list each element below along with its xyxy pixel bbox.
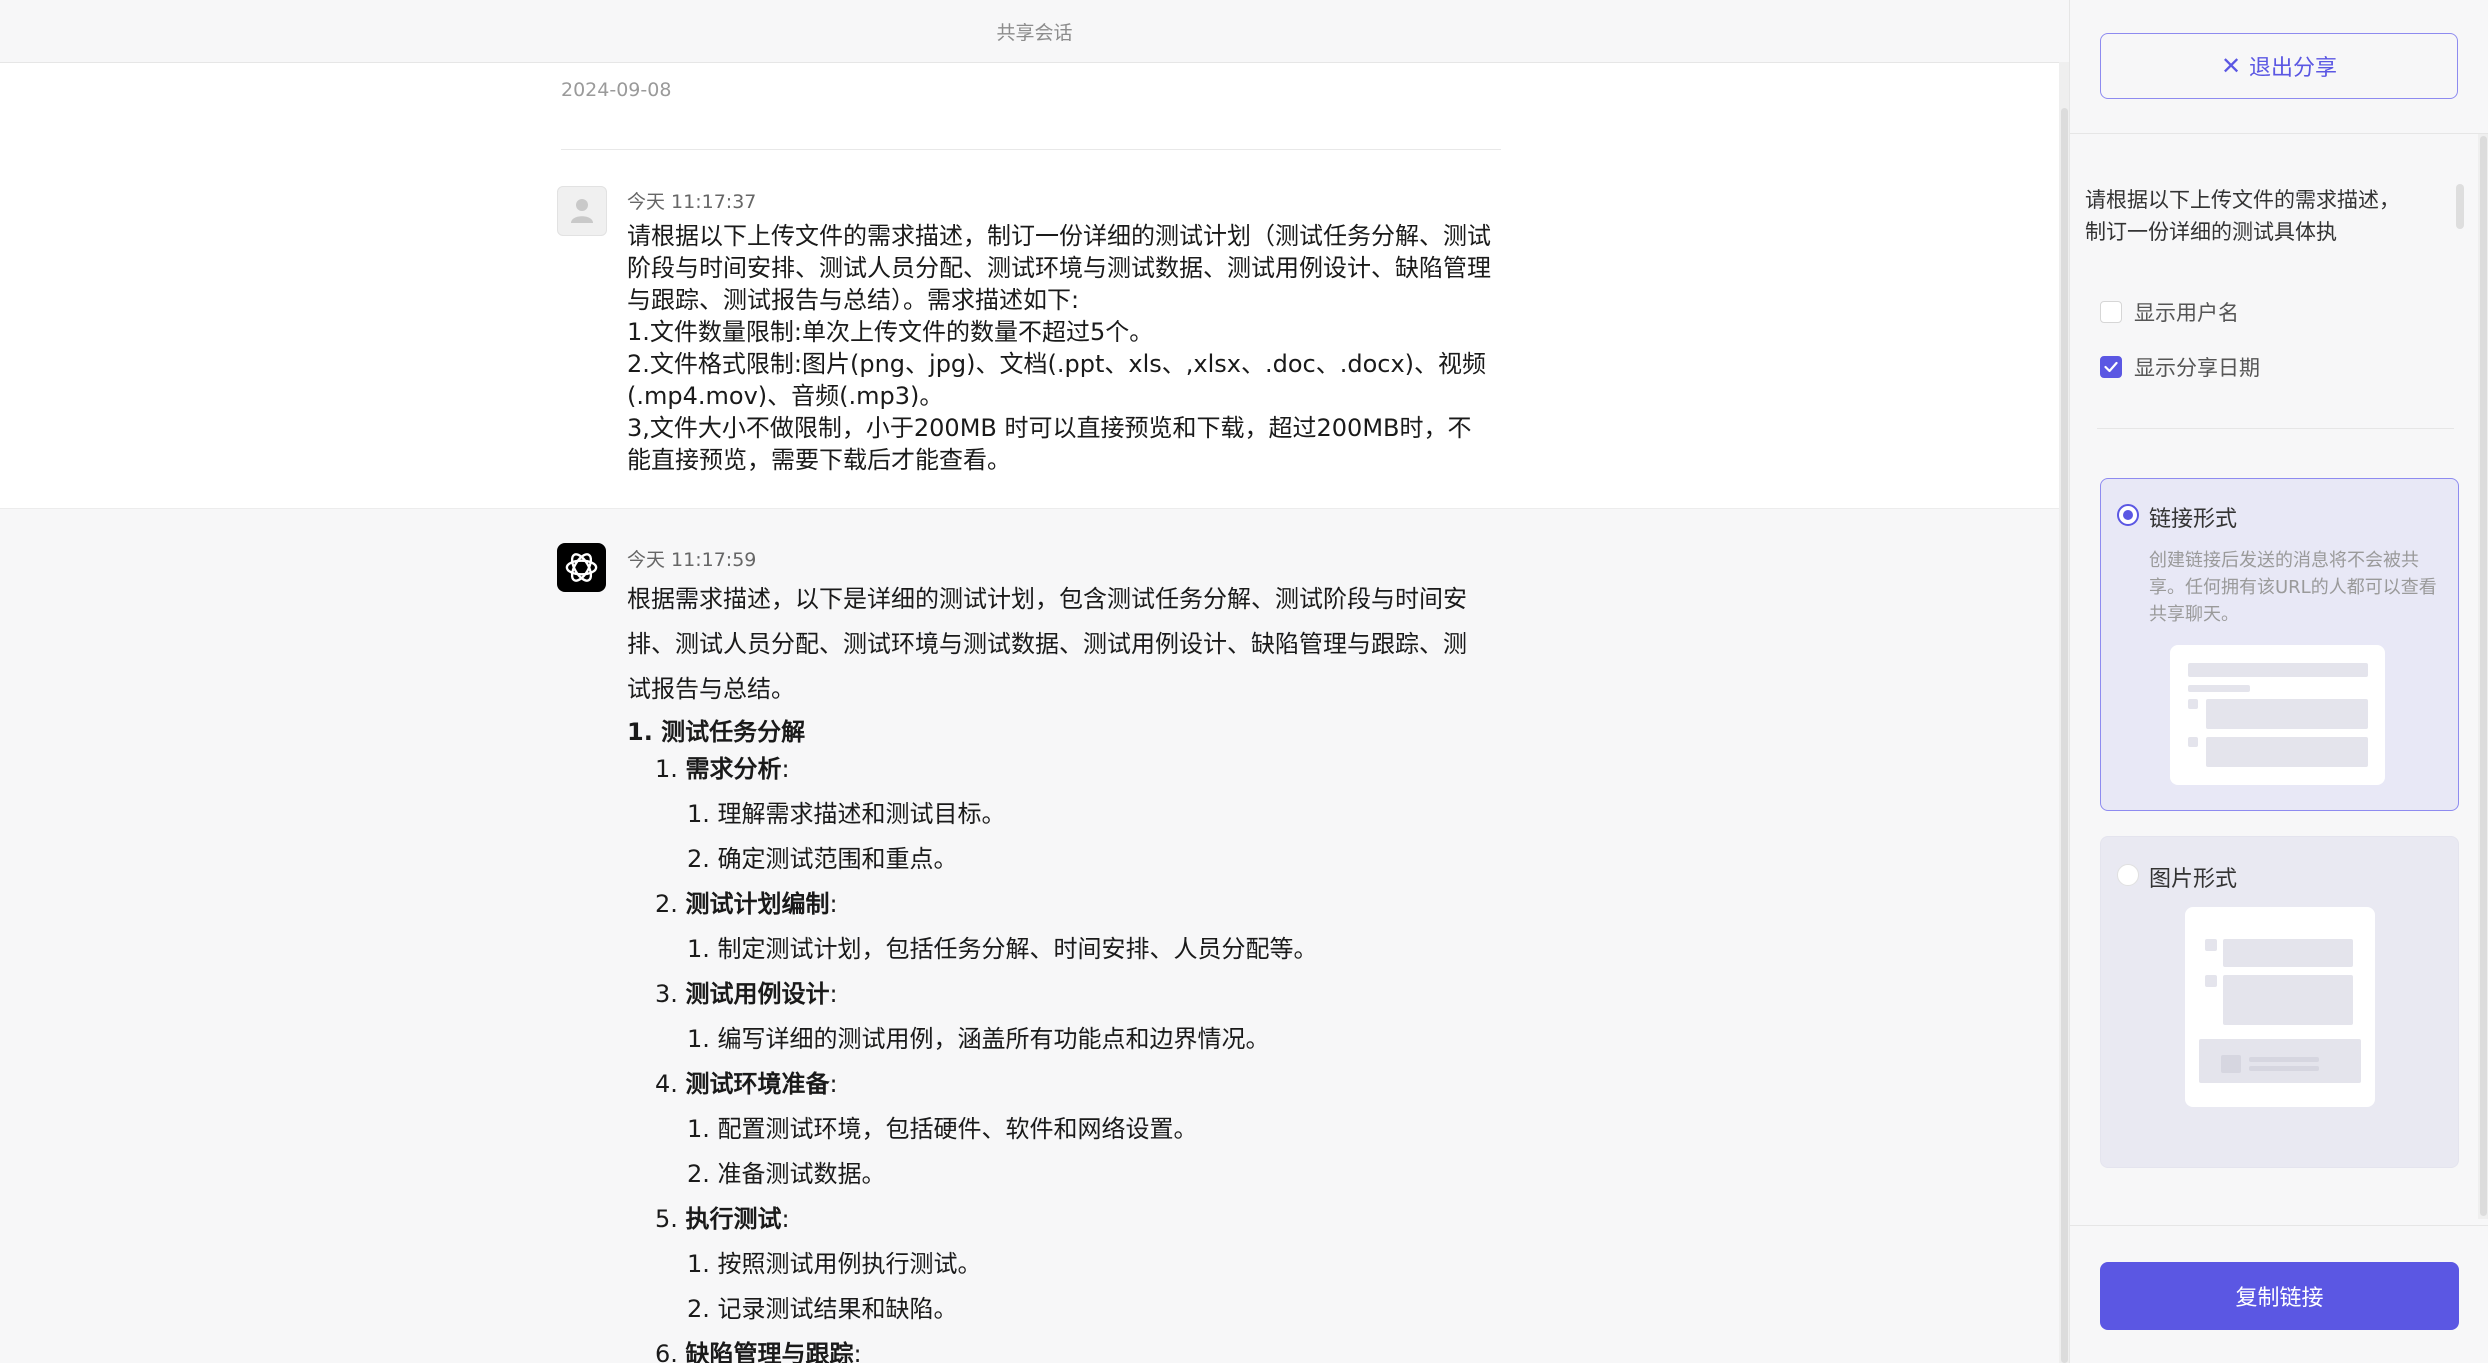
show-username-label: 显示用户名 bbox=[2134, 301, 2239, 325]
task-title: 需求分析 bbox=[685, 755, 782, 783]
task-list: 1. 需求分析: 1. 理解需求描述和测试目标。 2. 确定测试范围和重点。 2. 测… bbox=[627, 747, 1487, 1363]
show-username-checkbox[interactable]: 显示用户名 bbox=[2100, 297, 2239, 327]
show-share-date-label: 显示分享日期 bbox=[2134, 356, 2260, 380]
task-title: 缺陷管理与跟踪 bbox=[685, 1340, 854, 1363]
link-format-description: 创建链接后发送的消息将不会被共享。任何拥有该URL的人都可以查看共享聊天。 bbox=[2149, 550, 2437, 625]
task-number: 2. bbox=[655, 890, 678, 918]
shared-conversation-view: 共享会话 2024-09-08 今天 11:17:37 请根据以下上传文件的需求… bbox=[0, 0, 2069, 1363]
task-number: 6. bbox=[655, 1340, 678, 1363]
close-icon: ✕ bbox=[2220, 52, 2242, 80]
task-item: 5. 执行测试: bbox=[627, 1197, 1487, 1242]
task-title: 测试用例设计 bbox=[685, 980, 830, 1008]
subtask-number: 2. bbox=[687, 1160, 710, 1188]
task-colon: : bbox=[781, 755, 790, 783]
task-colon: : bbox=[829, 980, 838, 1008]
user-message-section: 2024-09-08 今天 11:17:37 请根据以下上传文件的需求描述，制订… bbox=[0, 63, 2059, 509]
task-item: 2. 测试计划编制: bbox=[627, 882, 1487, 927]
task-title: 测试环境准备 bbox=[685, 1070, 830, 1098]
subtask-text: 记录测试结果和缺陷。 bbox=[717, 1295, 958, 1323]
user-message-line: 1.文件数量限制:单次上传文件的数量不超过5个。 bbox=[627, 318, 1154, 346]
exit-share-label: 退出分享 bbox=[2249, 56, 2338, 81]
user-message-line: 2.文件格式限制:图片(png、jpg)、文档(.ppt、xls、,xlsx、.… bbox=[627, 350, 1487, 410]
subtask-item: 1. 编写详细的测试用例，涵盖所有功能点和边界情况。 bbox=[627, 1017, 1487, 1062]
divider bbox=[2070, 1225, 2488, 1226]
task-number: 1. bbox=[655, 755, 678, 783]
checkbox-checked-icon[interactable] bbox=[2100, 356, 2122, 378]
user-message-line: 请根据以下上传文件的需求描述，制订一份详细的测试计划（测试任务分解、测试阶段与时… bbox=[627, 222, 1491, 314]
link-format-option[interactable]: 链接形式 创建链接后发送的消息将不会被共享。任何拥有该URL的人都可以查看共享聊… bbox=[2100, 478, 2459, 811]
share-preview-text: 请根据以下上传文件的需求描述，制订一份详细的测试具体执 bbox=[2085, 188, 2400, 244]
preview-scrollbar-thumb[interactable] bbox=[2456, 184, 2464, 229]
task-colon: : bbox=[829, 890, 838, 918]
subtask-number: 1. bbox=[687, 1025, 710, 1053]
subtask-item: 2. 准备测试数据。 bbox=[627, 1152, 1487, 1197]
subtask-number: 1. bbox=[687, 1115, 710, 1143]
task-title: 执行测试 bbox=[685, 1205, 782, 1233]
subtask-text: 确定测试范围和重点。 bbox=[717, 845, 958, 873]
section-heading: 1. 测试任务分解 bbox=[627, 718, 806, 746]
task-item: 4. 测试环境准备: bbox=[627, 1062, 1487, 1107]
divider bbox=[2070, 133, 2488, 134]
ai-message-time: 今天 11:17:59 bbox=[627, 549, 757, 571]
task-item: 6. 缺陷管理与跟踪: bbox=[627, 1332, 1487, 1363]
subtask-number: 2. bbox=[687, 1295, 710, 1323]
subtask-number: 1. bbox=[687, 1250, 710, 1278]
task-colon: : bbox=[829, 1070, 838, 1098]
subtask-text: 准备测试数据。 bbox=[717, 1160, 886, 1188]
divider bbox=[561, 149, 1501, 150]
checkbox-unchecked-icon[interactable] bbox=[2100, 301, 2122, 323]
subtask-item: 1. 配置测试环境，包括硬件、软件和网络设置。 bbox=[627, 1107, 1487, 1152]
image-format-label: 图片形式 bbox=[2149, 867, 2238, 892]
subtask-text: 编写详细的测试用例，涵盖所有功能点和边界情况。 bbox=[717, 1025, 1270, 1053]
subtask-text: 理解需求描述和测试目标。 bbox=[717, 800, 1006, 828]
user-message-time: 今天 11:17:37 bbox=[627, 191, 757, 213]
subtask-item: 1. 理解需求描述和测试目标。 bbox=[627, 792, 1487, 837]
subtask-number: 2. bbox=[687, 845, 710, 873]
subtask-text: 配置测试环境，包括硬件、软件和网络设置。 bbox=[717, 1115, 1198, 1143]
subtask-item: 1. 按照测试用例执行测试。 bbox=[627, 1242, 1487, 1287]
radio-selected-icon[interactable] bbox=[2117, 504, 2139, 526]
show-share-date-checkbox[interactable]: 显示分享日期 bbox=[2100, 352, 2260, 382]
subtask-number: 1. bbox=[687, 800, 710, 828]
share-date: 2024-09-08 bbox=[561, 79, 672, 101]
subtask-number: 1. bbox=[687, 935, 710, 963]
radio-unselected-icon[interactable] bbox=[2117, 864, 2139, 886]
task-colon: : bbox=[781, 1205, 790, 1233]
user-message-line: 3,文件大小不做限制，小于200MB 时可以直接预览和下载，超过200MB时，不… bbox=[627, 414, 1472, 474]
user-avatar-icon bbox=[557, 186, 607, 236]
user-message-text: 请根据以下上传文件的需求描述，制订一份详细的测试计划（测试任务分解、测试阶段与时… bbox=[627, 220, 1492, 476]
share-settings-panel: ✕ 退出分享 请根据以下上传文件的需求描述，制订一份详细的测试具体执 显示用户名… bbox=[2069, 0, 2488, 1363]
copy-link-button[interactable]: 复制链接 bbox=[2100, 1262, 2459, 1330]
panel-scrollbar-thumb[interactable] bbox=[2480, 136, 2487, 1216]
divider bbox=[2097, 428, 2454, 429]
task-number: 4. bbox=[655, 1070, 678, 1098]
subtask-text: 按照测试用例执行测试。 bbox=[717, 1250, 982, 1278]
task-item: 3. 测试用例设计: bbox=[627, 972, 1487, 1017]
task-colon: : bbox=[853, 1340, 862, 1363]
image-format-option[interactable]: 图片形式 bbox=[2100, 836, 2459, 1168]
subtask-item: 1. 制定测试计划，包括任务分解、时间安排、人员分配等。 bbox=[627, 927, 1487, 972]
link-format-label: 链接形式 bbox=[2149, 507, 2238, 532]
subtask-text: 制定测试计划，包括任务分解、时间安排、人员分配等。 bbox=[717, 935, 1318, 963]
page-title: 共享会话 bbox=[996, 22, 1073, 44]
ai-message-text: 根据需求描述，以下是详细的测试计划，包含测试任务分解、测试阶段与时间安排、测试人… bbox=[627, 577, 1487, 1363]
link-preview-thumbnail-icon bbox=[2170, 645, 2385, 785]
task-item: 1. 需求分析: bbox=[627, 747, 1487, 792]
exit-share-button[interactable]: ✕ 退出分享 bbox=[2100, 33, 2458, 99]
task-title: 测试计划编制 bbox=[685, 890, 830, 918]
task-number: 3. bbox=[655, 980, 678, 1008]
openai-logo-icon bbox=[557, 543, 606, 592]
top-bar: 共享会话 bbox=[0, 0, 2069, 63]
task-number: 5. bbox=[655, 1205, 678, 1233]
main-scrollbar-thumb[interactable] bbox=[2061, 108, 2068, 1363]
ai-message-intro: 根据需求描述，以下是详细的测试计划，包含测试任务分解、测试阶段与时间安排、测试人… bbox=[627, 585, 1467, 703]
image-preview-thumbnail-icon bbox=[2185, 907, 2375, 1107]
subtask-item: 2. 记录测试结果和缺陷。 bbox=[627, 1287, 1487, 1332]
subtask-item: 2. 确定测试范围和重点。 bbox=[627, 837, 1487, 882]
